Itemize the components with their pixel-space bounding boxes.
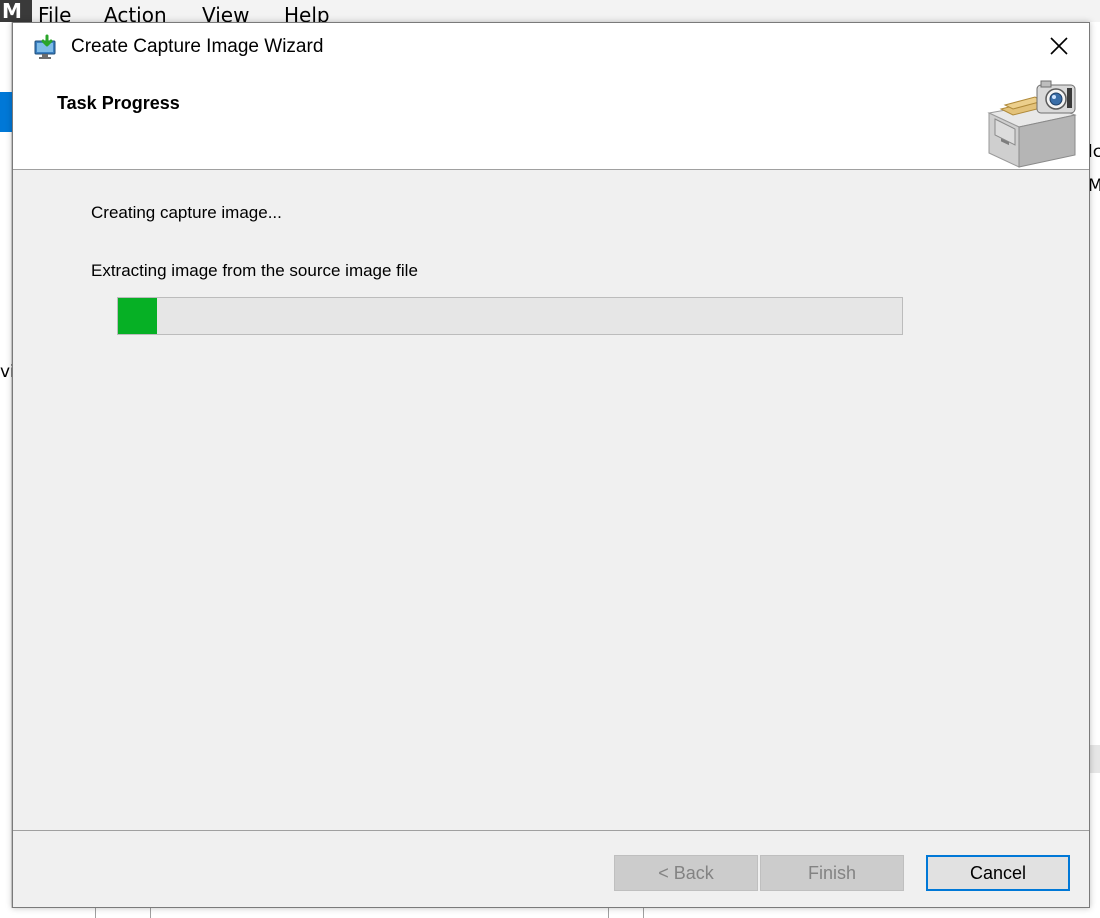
background-bottom-strip bbox=[0, 908, 1100, 918]
close-button[interactable] bbox=[1029, 23, 1089, 69]
progress-bar bbox=[117, 297, 903, 335]
background-selected-item[interactable] bbox=[0, 92, 12, 132]
create-capture-image-wizard: Create Capture Image Wizard Task Progres… bbox=[12, 22, 1090, 908]
background-right-band bbox=[1090, 745, 1100, 773]
page-title: Task Progress bbox=[57, 93, 180, 113]
background-app-logo: M bbox=[0, 0, 32, 22]
menu-action[interactable]: Action bbox=[104, 4, 167, 22]
back-button[interactable]: < Back bbox=[614, 855, 758, 891]
dialog-title: Create Capture Image Wizard bbox=[71, 36, 324, 57]
close-icon bbox=[1050, 37, 1068, 55]
detail-text: Extracting image from the source image f… bbox=[91, 261, 418, 280]
file-cabinet-camera-icon bbox=[987, 80, 1077, 168]
title-bar[interactable]: Create Capture Image Wizard bbox=[13, 23, 1089, 71]
finish-button[interactable]: Finish bbox=[760, 855, 904, 891]
background-menubar: M File Action View Help bbox=[0, 0, 1100, 22]
status-text: Creating capture image... bbox=[91, 203, 282, 222]
wizard-body: Creating capture image... Extracting ima… bbox=[13, 170, 1089, 830]
menu-file[interactable]: File bbox=[38, 4, 71, 22]
footer-separator bbox=[13, 830, 1089, 831]
wizard-header: Task Progress bbox=[13, 71, 1089, 170]
progress-bar-fill bbox=[118, 298, 158, 334]
monitor-download-icon bbox=[34, 34, 56, 59]
background-left-pane bbox=[0, 22, 12, 918]
menu-help[interactable]: Help bbox=[284, 4, 330, 22]
menu-view[interactable]: View bbox=[202, 4, 249, 22]
cancel-button[interactable]: Cancel bbox=[926, 855, 1070, 891]
